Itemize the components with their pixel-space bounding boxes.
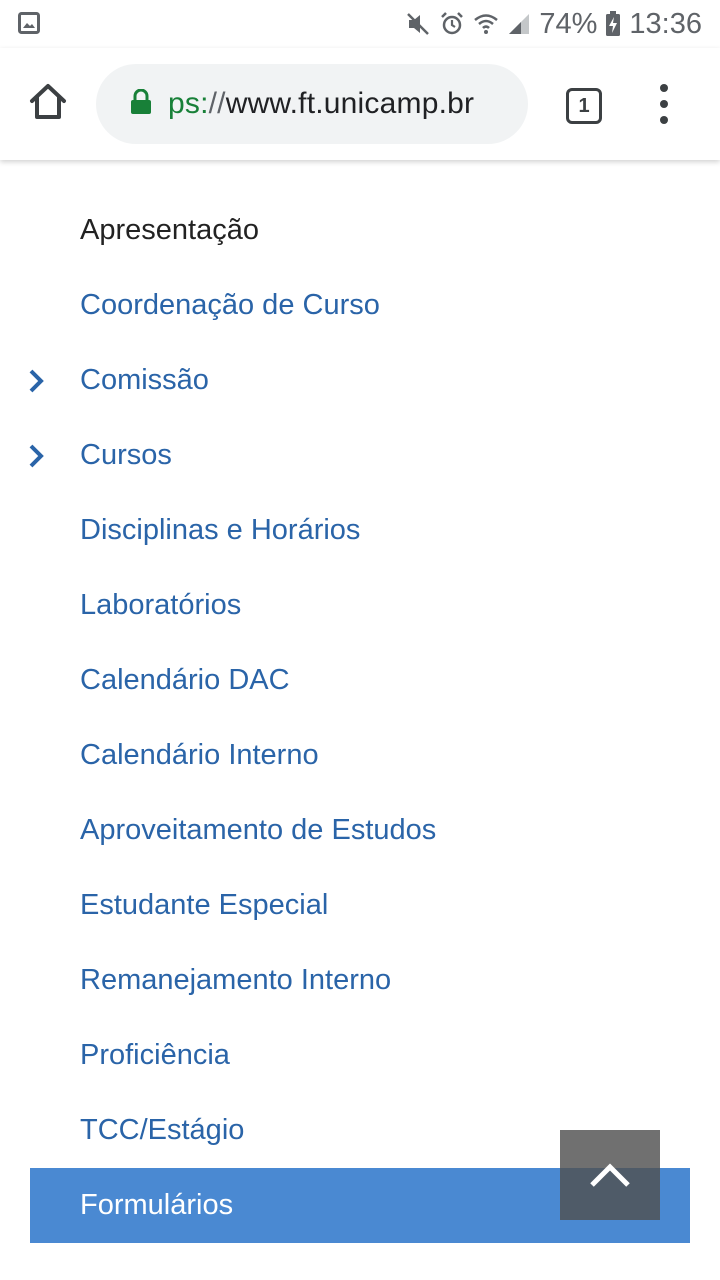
address-bar[interactable]: ps://www.ft.unicamp.br (96, 64, 528, 144)
menu-item-coordenacao[interactable]: Coordenação de Curso (0, 268, 720, 343)
gallery-icon (18, 12, 40, 39)
tab-count: 1 (578, 94, 590, 117)
clock: 13:36 (629, 7, 702, 40)
back-to-top-button[interactable] (560, 1130, 660, 1220)
menu-item-label: Apresentação (80, 214, 259, 246)
menu-item-label: Cursos (80, 439, 172, 471)
chevron-right-icon[interactable] (26, 368, 48, 394)
menu-item-estudante-especial[interactable]: Estudante Especial (0, 868, 720, 943)
browser-toolbar: ps://www.ft.unicamp.br 1 (0, 48, 720, 160)
menu-item-label: Remanejamento Interno (80, 964, 392, 996)
menu-item-comissao[interactable]: Comissão (0, 343, 720, 418)
url-separator: // (208, 87, 226, 120)
lock-icon (130, 88, 152, 120)
page-content: Apresentação Coordenação de Curso Comiss… (0, 160, 720, 1280)
menu-item-disciplinas[interactable]: Disciplinas e Horários (0, 493, 720, 568)
tab-switcher-button[interactable]: 1 (566, 88, 602, 124)
menu-item-label: Coordenação de Curso (80, 289, 380, 321)
menu-item-label: Calendário DAC (80, 664, 290, 696)
menu-item-label: Proficiência (80, 1039, 230, 1071)
url-scheme: ps: (168, 87, 209, 120)
menu-item-label: Comissão (80, 364, 209, 396)
menu-item-label: Estudante Especial (80, 889, 329, 921)
menu-item-apresentacao[interactable]: Apresentação (0, 193, 720, 268)
menu-item-label: Aproveitamento de Estudos (80, 814, 437, 846)
home-button[interactable] (26, 80, 70, 124)
menu-item-label: TCC/Estágio (80, 1114, 245, 1146)
url-host: www.ft.unicamp.br (225, 87, 475, 120)
menu-item-cursos[interactable]: Cursos (0, 418, 720, 493)
menu-item-remanejamento[interactable]: Remanejamento Interno (0, 943, 720, 1018)
wifi-icon (473, 11, 499, 37)
menu-item-label: Laboratórios (80, 589, 242, 621)
menu-item-aproveitamento[interactable]: Aproveitamento de Estudos (0, 793, 720, 868)
chevron-up-icon (590, 1163, 630, 1187)
battery-charging-icon (605, 11, 621, 37)
menu-item-label: Formulários (80, 1189, 234, 1221)
menu-item-label: Disciplinas e Horários (80, 514, 361, 546)
alarm-icon (439, 11, 465, 37)
chevron-right-icon[interactable] (26, 443, 48, 469)
signal-icon (507, 12, 531, 36)
url-text: ps://www.ft.unicamp.br (168, 87, 474, 121)
more-vert-icon (660, 84, 668, 124)
menu-item-label: Calendário Interno (80, 739, 319, 771)
more-menu-button[interactable] (652, 82, 676, 126)
menu-item-laboratorios[interactable]: Laboratórios (0, 568, 720, 643)
menu-item-proficiencia[interactable]: Proficiência (0, 1018, 720, 1093)
status-bar: 74% 13:36 (0, 0, 720, 48)
battery-percent: 74% (539, 7, 598, 40)
mute-icon (405, 11, 431, 37)
menu-item-calendario-interno[interactable]: Calendário Interno (0, 718, 720, 793)
side-menu: Apresentação Coordenação de Curso Comiss… (0, 193, 720, 1243)
menu-item-calendario-dac[interactable]: Calendário DAC (0, 643, 720, 718)
home-icon (30, 84, 66, 119)
